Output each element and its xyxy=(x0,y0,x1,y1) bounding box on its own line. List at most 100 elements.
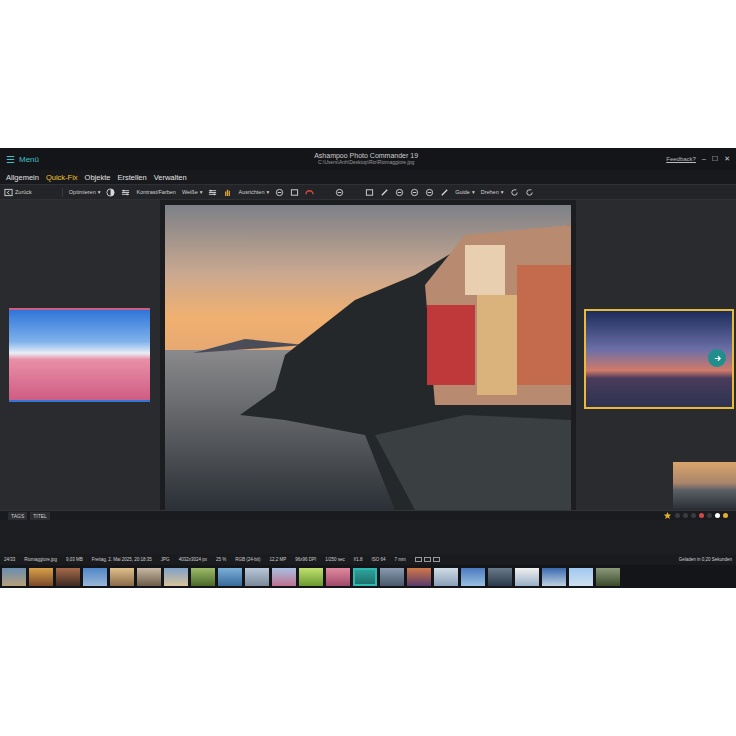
status-field: Freitag, 2. Mai 2025, 20:18:35 xyxy=(92,557,152,562)
info-tab[interactable]: TITEL xyxy=(30,512,50,520)
back-button[interactable]: Zurück xyxy=(4,188,63,197)
toolbar-label[interactable]: Guide xyxy=(455,189,470,195)
window-control[interactable]: ☐ xyxy=(712,155,718,163)
title-area: Ashampoo Photo Commander 19C:\Users\Anh\… xyxy=(72,152,660,165)
filmstrip-thumbnail[interactable] xyxy=(29,568,53,586)
small-preview[interactable] xyxy=(673,462,736,509)
menu-label[interactable]: Menü xyxy=(19,155,39,164)
filmstrip-thumbnail[interactable] xyxy=(569,568,593,586)
filmstrip-thumbnail[interactable] xyxy=(191,568,215,586)
filmstrip-thumbnail[interactable] xyxy=(488,568,512,586)
filmstrip-thumbnail[interactable] xyxy=(461,568,485,586)
toolbar-label[interactable]: Ausrichten xyxy=(238,189,264,195)
hamburger-icon[interactable]: ☰ xyxy=(6,154,15,165)
next-panel xyxy=(576,200,736,510)
filmstrip-thumbnail[interactable] xyxy=(164,568,188,586)
rotate-icon[interactable] xyxy=(525,188,534,197)
color-label-dot[interactable] xyxy=(699,513,704,518)
tool-icon[interactable] xyxy=(395,188,404,197)
tool-icon[interactable] xyxy=(410,188,419,197)
filmstrip-thumbnail[interactable] xyxy=(218,568,242,586)
tool-icon[interactable] xyxy=(275,188,284,197)
red-icon[interactable] xyxy=(305,188,314,197)
filmstrip-thumbnail[interactable] xyxy=(137,568,161,586)
filmstrip-thumbnail[interactable] xyxy=(353,568,377,586)
color-label-dot[interactable] xyxy=(715,513,720,518)
back-label[interactable]: Zurück xyxy=(15,189,32,195)
info-tab[interactable]: TAGS xyxy=(8,512,27,520)
contrast-icon[interactable] xyxy=(106,188,115,197)
ribbon-tab[interactable]: Erstellen xyxy=(117,173,146,182)
next-image[interactable] xyxy=(584,309,734,409)
square-icon[interactable] xyxy=(290,188,299,197)
pencil-icon[interactable] xyxy=(380,188,389,197)
window-control[interactable]: ✕ xyxy=(724,155,730,163)
filmstrip-thumbnail[interactable] xyxy=(515,568,539,586)
title-bar: ☰ Menü Ashampoo Photo Commander 19C:\Users… xyxy=(0,148,736,170)
next-button[interactable] xyxy=(708,349,726,367)
pencil-icon[interactable] xyxy=(440,188,449,197)
previous-image[interactable] xyxy=(9,308,150,402)
toolbar-button[interactable]: Drehen▾ xyxy=(481,189,504,195)
status-field: 1/250 sec xyxy=(325,557,345,562)
window-control[interactable]: – xyxy=(702,155,706,163)
dropdown-arrow[interactable]: ▾ xyxy=(472,189,475,195)
toolbar-label[interactable]: Weiße xyxy=(182,189,198,195)
sliders-icon[interactable] xyxy=(121,188,130,197)
back-icon[interactable] xyxy=(4,188,13,197)
filmstrip-thumbnail[interactable] xyxy=(83,568,107,586)
ribbon-tab[interactable]: Allgemein xyxy=(6,173,39,182)
status-field: 9,03 MB xyxy=(66,557,83,562)
tool-icon[interactable] xyxy=(425,188,434,197)
filmstrip-thumbnail[interactable] xyxy=(542,568,566,586)
rotate-icon[interactable] xyxy=(510,188,519,197)
color-label-dot[interactable] xyxy=(707,513,712,518)
filmstrip-thumbnail[interactable] xyxy=(110,568,134,586)
filmstrip-thumbnail[interactable] xyxy=(380,568,404,586)
toolbar-label[interactable]: Kontrast/Farben xyxy=(136,189,175,195)
color-label-dot[interactable] xyxy=(691,513,696,518)
filmstrip-thumbnail[interactable] xyxy=(434,568,458,586)
sliders-icon[interactable] xyxy=(208,188,217,197)
dropdown-arrow[interactable]: ▾ xyxy=(266,189,269,195)
ribbon-tab[interactable]: Verwalten xyxy=(154,173,187,182)
filmstrip-thumbnail[interactable] xyxy=(2,568,26,586)
filmstrip-thumbnail[interactable] xyxy=(245,568,269,586)
toolbar-button[interactable]: Optimieren▾ xyxy=(69,189,101,195)
status-field: f/1.8 xyxy=(354,557,363,562)
ribbon-tab[interactable]: Objekte xyxy=(85,173,111,182)
status-field: ISO 64 xyxy=(372,557,386,562)
toolbar-button[interactable]: Kontrast/Farben xyxy=(136,189,175,195)
dropdown-arrow[interactable]: ▾ xyxy=(200,189,203,195)
main-photo[interactable] xyxy=(165,205,571,510)
color-label-dot[interactable] xyxy=(723,513,728,518)
arrow-right-icon[interactable] xyxy=(713,354,722,363)
toolbar-button[interactable]: Weiße▾ xyxy=(182,189,203,195)
menu-button[interactable]: ☰ Menü xyxy=(6,154,66,165)
color-label-dot[interactable] xyxy=(675,513,680,518)
color-label-dot[interactable] xyxy=(683,513,688,518)
ribbon-tab[interactable]: Quick-Fix xyxy=(46,173,78,182)
hand-icon[interactable] xyxy=(223,188,232,197)
filmstrip-thumbnail[interactable] xyxy=(407,568,431,586)
filmstrip-thumbnail[interactable] xyxy=(272,568,296,586)
toolbar-button[interactable]: Ausrichten▾ xyxy=(238,189,269,195)
filmstrip-thumbnail[interactable] xyxy=(56,568,80,586)
filmstrip-thumbnail[interactable] xyxy=(596,568,620,586)
drop-icon[interactable] xyxy=(320,188,329,197)
filmstrip-thumbnail[interactable] xyxy=(326,568,350,586)
square-icon[interactable] xyxy=(365,188,374,197)
star-icon[interactable] xyxy=(663,511,672,520)
dropdown-arrow[interactable]: ▾ xyxy=(98,189,101,195)
drop-icon[interactable] xyxy=(350,188,359,197)
toolbar-label[interactable]: Drehen xyxy=(481,189,499,195)
image-canvas xyxy=(160,200,576,510)
status-field: JPG xyxy=(161,557,170,562)
dropdown-arrow[interactable]: ▾ xyxy=(501,189,504,195)
toolbar-label[interactable]: Optimieren xyxy=(69,189,96,195)
tool-icon[interactable] xyxy=(335,188,344,197)
filmstrip-thumbnail[interactable] xyxy=(299,568,323,586)
status-field: 4032x3024 px xyxy=(179,557,207,562)
toolbar-button[interactable]: Guide▾ xyxy=(455,189,474,195)
feedback-link[interactable]: Feedback? xyxy=(666,156,696,162)
